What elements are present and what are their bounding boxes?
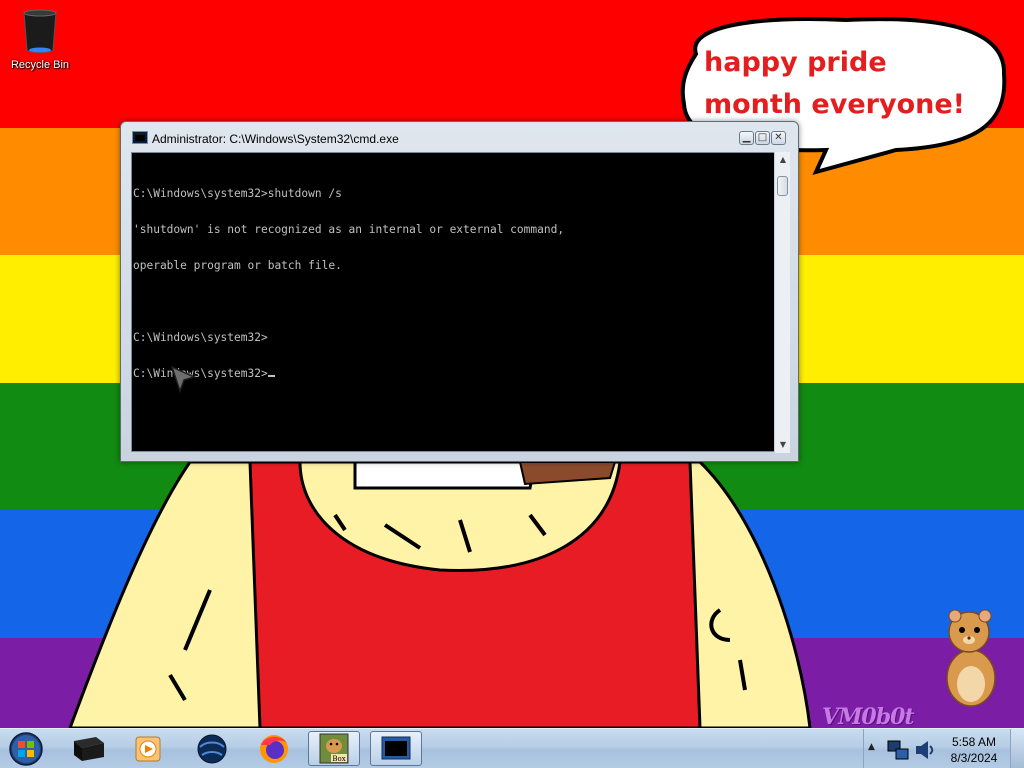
cmd-titlebar[interactable]: Administrator: C:\Windows\System32\cmd.e… [121,122,798,150]
globe-browser-icon [197,734,227,764]
vertical-scrollbar[interactable]: ▲ ▼ [774,152,790,453]
firefox-icon [260,735,288,763]
start-button[interactable] [6,731,46,767]
cmd-window-icon [381,736,411,760]
cmd-window-title: Administrator: C:\Windows\System32\cmd.e… [152,132,399,146]
cmd-line: 'shutdown' is not recognized as an inter… [133,223,565,236]
taskbar-media-player[interactable] [122,731,174,766]
cmd-line: C:\Windows\system32> [133,331,268,344]
taskbar-black-box-app[interactable] [62,731,114,766]
hamster-desktop-pet-icon[interactable] [935,604,1007,708]
minimize-button[interactable]: ▁ [739,131,754,145]
hamster-box-app-icon: Box [319,733,349,764]
cmd-output: C:\Windows\system32>shutdown /s 'shutdow… [133,164,564,404]
maximize-button[interactable]: □ [755,131,770,145]
black-box-app-icon [74,737,104,761]
cmd-window[interactable]: Administrator: C:\Windows\System32\cmd.e… [120,121,799,462]
show-desktop-button[interactable] [1010,729,1024,768]
clock-time: 5:58 AM [951,735,997,749]
hamster-box-label: Box [332,755,345,763]
desktop[interactable]: happy pride month everyone! Recycle Bin … [0,0,1024,728]
network-icon[interactable] [886,737,912,763]
cmd-line: operable program or batch file. [133,259,342,272]
watermark-text: VM0b0t [822,704,915,728]
taskbar-globe-browser[interactable] [186,731,238,766]
close-button[interactable]: ✕ [771,131,786,145]
cmd-console-area[interactable]: C:\Windows\system32>shutdown /s 'shutdow… [131,152,781,452]
system-clock[interactable]: 5:58 AM 8/3/2024 [940,734,1008,766]
recycle-bin-icon [23,9,57,53]
taskbar: Box ▲ 5:58 AM 8/3/2024 [0,728,1024,768]
recycle-bin-label: Recycle Bin [10,59,70,71]
scrollbar-thumb[interactable] [777,176,788,196]
taskbar-cmd-window[interactable] [370,731,422,766]
clock-date: 8/3/2024 [950,751,998,765]
cmd-line [133,296,564,308]
mouse-pointer-icon [170,365,196,393]
taskbar-firefox[interactable] [248,731,300,766]
cmd-prompt: C:\Windows\system32> [133,367,268,380]
cmd-app-icon [132,131,148,144]
show-hidden-icons-chevron-icon[interactable]: ▲ [868,742,875,752]
tray-divider [863,729,864,768]
scroll-down-arrow-icon[interactable]: ▼ [775,437,791,452]
cmd-line: C:\Windows\system32>shutdown /s [133,187,342,200]
cmd-prompt-line[interactable]: C:\Windows\system32> [133,368,564,380]
text-cursor [267,375,275,377]
media-player-icon [135,736,161,762]
speech-bubble-text: happy pride month everyone! [704,47,965,120]
taskbar-hamster-box-app[interactable]: Box [308,731,360,766]
recycle-bin-shortcut[interactable]: Recycle Bin [4,6,76,78]
scroll-up-arrow-icon[interactable]: ▲ [775,152,791,167]
volume-icon[interactable] [913,737,937,763]
